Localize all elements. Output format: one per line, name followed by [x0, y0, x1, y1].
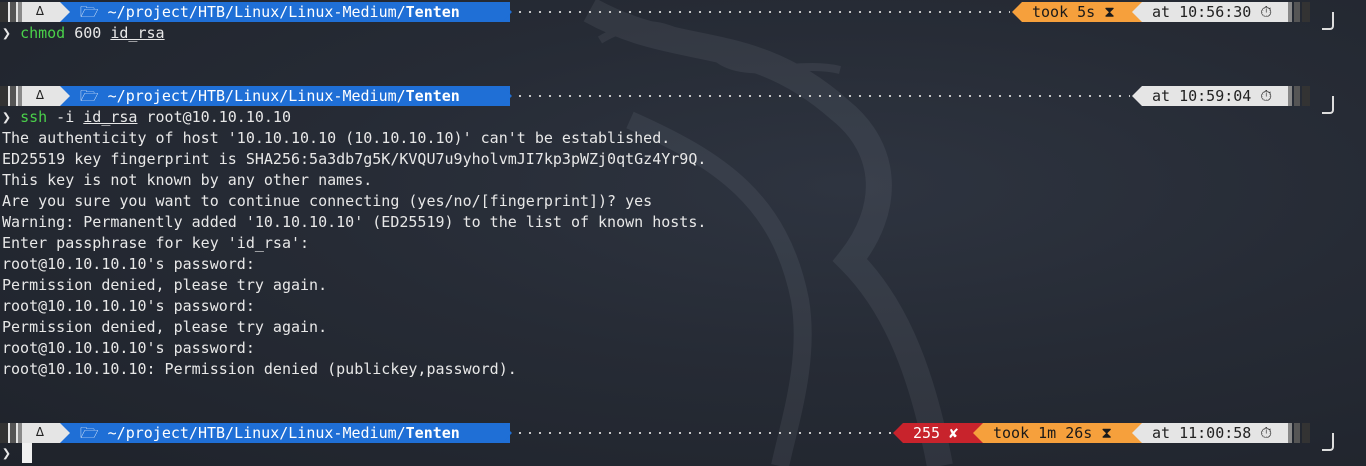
output-line: Permission denied, please try again. — [2, 276, 328, 294]
prompt-symbol: ❯ — [2, 108, 12, 126]
prompt-symbol: ❯ — [2, 24, 12, 42]
path-current-dir: Tenten — [405, 3, 460, 21]
prompt-filler-dots — [515, 432, 891, 434]
os-segment: ∆ — [0, 86, 60, 106]
exit-code-segment: 255 ✘ — [903, 423, 983, 443]
os-segment: ∆ — [0, 423, 60, 443]
output-line: root@10.10.10.10's password: — [2, 297, 255, 315]
output-line: The authenticity of host '10.10.10.10 (1… — [2, 129, 671, 147]
path-segment: 🗁 ~/project/HTB/Linux/Linux-Medium/Tente… — [60, 2, 510, 22]
path-prefix: ~/project/HTB/Linux/Linux-Medium/ — [107, 87, 406, 105]
command-line[interactable]: ❯ — [2, 443, 11, 464]
path-current-dir: Tenten — [405, 424, 460, 442]
took-segment: took 1m 26s ⧗ — [983, 423, 1142, 443]
os-logo-icon: ∆ — [36, 425, 44, 440]
text-cursor[interactable] — [22, 443, 32, 463]
output-line: ED25519 key fingerprint is SHA256:5a3db7… — [2, 150, 707, 168]
folder-icon: 🗁 — [80, 87, 99, 105]
path-segment: 🗁 ~/project/HTB/Linux/Linux-Medium/Tente… — [60, 86, 510, 106]
output-line: Enter passphrase for key 'id_rsa': — [2, 234, 310, 252]
os-logo-icon: ∆ — [36, 88, 44, 103]
output-line: root@10.10.10.10's password: — [2, 255, 255, 273]
path-prefix: ~/project/HTB/Linux/Linux-Medium/ — [107, 3, 406, 21]
folder-icon: 🗁 — [80, 424, 99, 442]
command-name: ssh — [20, 108, 48, 126]
command-args: 600 — [65, 24, 111, 42]
output-line: root@10.10.10.10: Permission denied (pub… — [2, 360, 517, 378]
path-segment: 🗁 ~/project/HTB/Linux/Linux-Medium/Tente… — [60, 423, 510, 443]
time-segment: at 11:00:58 ⏱ — [1142, 423, 1288, 443]
command-args: root@10.10.10.10 — [137, 108, 291, 126]
output-line: Permission denied, please try again. — [2, 318, 328, 336]
output-line: This key is not known by any other names… — [2, 171, 373, 189]
prompt-bar: ∆ 🗁 ~/project/HTB/Linux/Linux-Medium/Ten… — [0, 2, 1366, 30]
command-line: ❯ ssh -i id_rsa root@10.10.10.10 — [2, 107, 291, 128]
output-line: root@10.10.10.10's password: — [2, 339, 255, 357]
kali-dragon-watermark — [583, 0, 953, 466]
path-current-dir: Tenten — [405, 87, 460, 105]
path-prefix: ~/project/HTB/Linux/Linux-Medium/ — [107, 424, 406, 442]
command-file-arg: id_rsa — [110, 24, 165, 42]
took-segment: took 5s ⧗ — [1022, 2, 1142, 22]
os-logo-icon: ∆ — [36, 4, 44, 19]
prompt-filler-dots — [515, 95, 1130, 97]
command-file-arg: id_rsa — [83, 108, 138, 126]
folder-icon: 🗁 — [80, 3, 99, 21]
command-name: chmod — [20, 24, 66, 42]
time-segment: at 10:56:30 ⏱ — [1142, 2, 1288, 22]
command-line: ❯ chmod 600 id_rsa — [2, 23, 165, 44]
output-line: Are you sure you want to continue connec… — [2, 192, 653, 210]
time-segment: at 10:59:04 ⏱ — [1142, 86, 1288, 106]
command-args: -i — [47, 108, 84, 126]
os-segment: ∆ — [0, 2, 60, 22]
prompt-bar: ∆ 🗁 ~/project/HTB/Linux/Linux-Medium/Ten… — [0, 86, 1366, 114]
prompt-filler-dots — [515, 11, 1010, 13]
prompt-symbol: ❯ — [2, 444, 12, 462]
output-line: Warning: Permanently added '10.10.10.10'… — [2, 213, 707, 231]
prompt-bar: ∆ 🗁 ~/project/HTB/Linux/Linux-Medium/Ten… — [0, 423, 1366, 451]
